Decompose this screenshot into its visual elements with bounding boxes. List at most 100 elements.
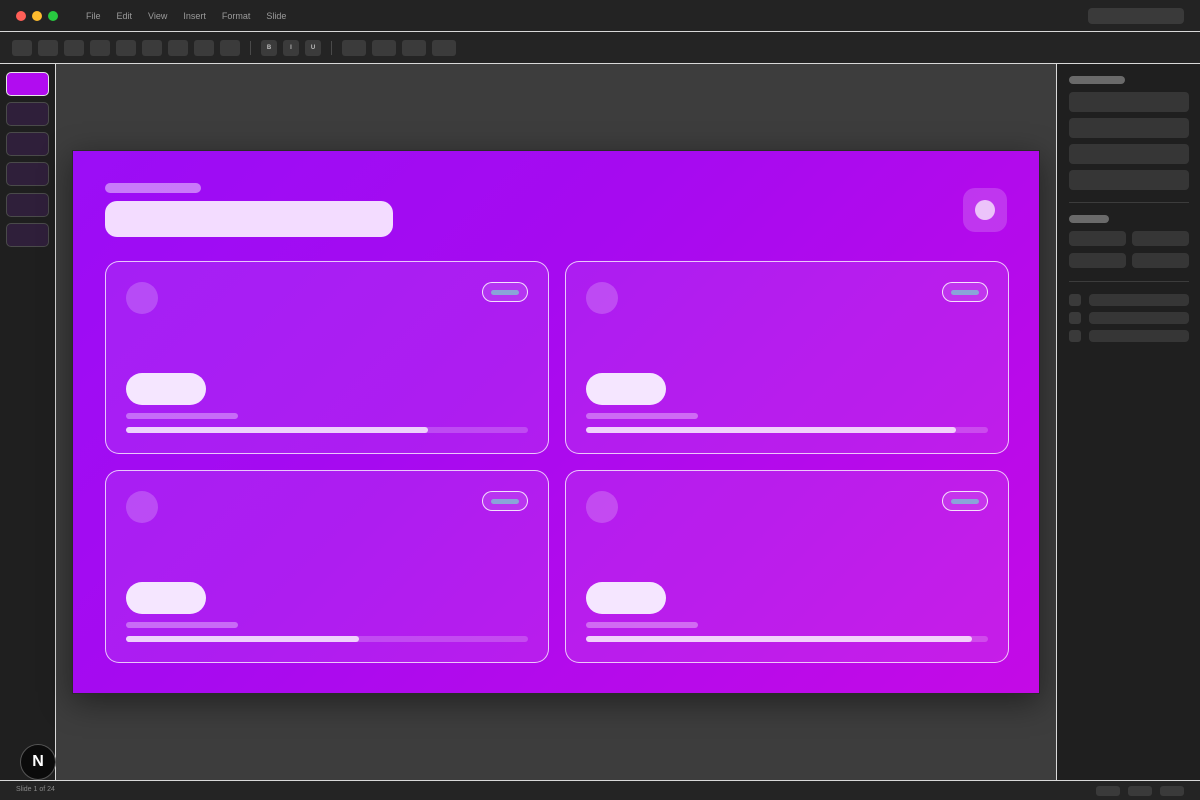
toolbar-divider: [331, 41, 332, 55]
underline-button[interactable]: U: [305, 40, 321, 56]
toolbar-button-9[interactable]: [220, 40, 240, 56]
card-value-placeholder: [126, 582, 206, 614]
toolbar-button-2[interactable]: [38, 40, 58, 56]
progress-track: [126, 427, 528, 433]
toolbar-button-4[interactable]: [90, 40, 110, 56]
property-field[interactable]: [1132, 253, 1189, 268]
slide[interactable]: [72, 150, 1040, 694]
toolbar-button-6[interactable]: [142, 40, 162, 56]
bold-button[interactable]: B: [261, 40, 277, 56]
minimize-window-button[interactable]: [32, 11, 42, 21]
property-field[interactable]: [1069, 253, 1126, 268]
option-checkbox[interactable]: [1069, 294, 1081, 306]
badge-bar: [951, 499, 979, 504]
slide-title-placeholder[interactable]: [105, 201, 393, 237]
stat-card[interactable]: [105, 470, 549, 663]
toolbar-button-10[interactable]: [342, 40, 366, 56]
slide-eyebrow-placeholder: [105, 183, 201, 193]
progress-track: [586, 427, 988, 433]
option-label: [1089, 330, 1189, 342]
property-field[interactable]: [1069, 144, 1189, 164]
progress-fill: [586, 636, 972, 642]
toolbar-button-5[interactable]: [116, 40, 136, 56]
property-field[interactable]: [1069, 92, 1189, 112]
menu-insert[interactable]: Insert: [183, 11, 206, 21]
close-window-button[interactable]: [16, 11, 26, 21]
property-field[interactable]: [1069, 231, 1126, 246]
corner-action-button[interactable]: [963, 188, 1007, 232]
progress-fill: [586, 427, 956, 433]
toolbar-divider: [250, 41, 251, 55]
card-avatar-icon: [586, 282, 618, 314]
status-button[interactable]: [1128, 786, 1152, 796]
card-badge: [482, 491, 528, 511]
properties-panel: [1056, 64, 1200, 780]
progress-fill: [126, 427, 428, 433]
toolbar-button-12[interactable]: [402, 40, 426, 56]
card-badge: [942, 282, 988, 302]
slide-thumbnail[interactable]: [6, 72, 49, 96]
circle-icon: [975, 200, 995, 220]
card-caption-placeholder: [586, 622, 698, 628]
badge-bar: [951, 290, 979, 295]
card-caption-placeholder: [126, 413, 238, 419]
italic-button[interactable]: I: [283, 40, 299, 56]
title-bar: File Edit View Insert Format Slide: [0, 0, 1200, 32]
card-badge: [942, 491, 988, 511]
card-avatar-icon: [586, 491, 618, 523]
property-field[interactable]: [1069, 170, 1189, 190]
menu-edit[interactable]: Edit: [117, 11, 133, 21]
menu-view[interactable]: View: [148, 11, 167, 21]
section-label: [1069, 76, 1125, 84]
option-label: [1089, 294, 1189, 306]
slide-thumbnail[interactable]: [6, 162, 49, 186]
slide-counter: Slide 1 of 24: [16, 786, 55, 793]
card-badge: [482, 282, 528, 302]
menu-file[interactable]: File: [86, 11, 101, 21]
menu-format[interactable]: Format: [222, 11, 251, 21]
slide-thumbnail[interactable]: [6, 102, 49, 126]
stat-card[interactable]: [105, 261, 549, 454]
progress-track: [586, 636, 988, 642]
zoom-window-button[interactable]: [48, 11, 58, 21]
card-caption-placeholder: [586, 413, 698, 419]
slide-thumbnails-panel: [0, 64, 56, 780]
search-field[interactable]: [1088, 8, 1184, 24]
option-checkbox[interactable]: [1069, 312, 1081, 324]
stat-card[interactable]: [565, 261, 1009, 454]
property-field[interactable]: [1069, 118, 1189, 138]
panel-divider: [1069, 281, 1189, 282]
card-avatar-icon: [126, 282, 158, 314]
badge-bar: [491, 499, 519, 504]
stat-card[interactable]: [565, 470, 1009, 663]
toolbar-button-13[interactable]: [432, 40, 456, 56]
slide-thumbnail[interactable]: [6, 193, 49, 217]
toolbar-button-8[interactable]: [194, 40, 214, 56]
menu-slide[interactable]: Slide: [266, 11, 286, 21]
option-checkbox[interactable]: [1069, 330, 1081, 342]
card-value-placeholder: [586, 582, 666, 614]
toolbar-button-3[interactable]: [64, 40, 84, 56]
slide-thumbnail[interactable]: [6, 132, 49, 156]
slide-thumbnail[interactable]: [6, 223, 49, 247]
badge-bar: [491, 290, 519, 295]
progress-track: [126, 636, 528, 642]
toolbar: B I U: [0, 32, 1200, 64]
section-label: [1069, 215, 1109, 223]
app-badge-button[interactable]: N: [20, 744, 56, 780]
toolbar-button-7[interactable]: [168, 40, 188, 56]
card-caption-placeholder: [126, 622, 238, 628]
panel-divider: [1069, 202, 1189, 203]
menu-bar: File Edit View Insert Format Slide: [86, 11, 302, 21]
toolbar-button-11[interactable]: [372, 40, 396, 56]
card-value-placeholder: [126, 373, 206, 405]
card-avatar-icon: [126, 491, 158, 523]
option-label: [1089, 312, 1189, 324]
status-button[interactable]: [1096, 786, 1120, 796]
progress-fill: [126, 636, 360, 642]
toolbar-button-1[interactable]: [12, 40, 32, 56]
property-field[interactable]: [1132, 231, 1189, 246]
card-value-placeholder: [586, 373, 666, 405]
status-bar: Slide 1 of 24: [0, 780, 1200, 800]
status-button[interactable]: [1160, 786, 1184, 796]
